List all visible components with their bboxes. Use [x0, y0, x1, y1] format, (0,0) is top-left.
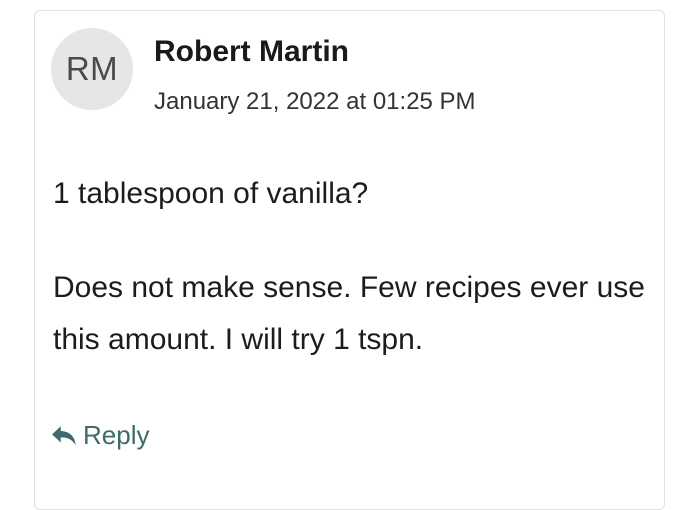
comment-paragraph: 1 tablespoon of vanilla?: [53, 177, 369, 210]
comment-body: 1 tablespoon of vanilla? Does not make s…: [53, 168, 653, 366]
comment-author: Robert Martin: [154, 35, 349, 68]
reply-arrow-icon: [52, 425, 76, 445]
reply-label: Reply: [83, 420, 150, 450]
avatar-initials: RM: [65, 50, 119, 87]
comment-card: RM Robert Martin January 21, 2022 at 01:…: [34, 10, 665, 510]
comment-paragraph: Does not make sense. Few recipes ever us…: [53, 271, 645, 356]
avatar: RM: [51, 28, 133, 110]
comment-timestamp: January 21, 2022 at 01:25 PM: [154, 88, 476, 115]
reply-link[interactable]: Reply: [51, 420, 149, 451]
